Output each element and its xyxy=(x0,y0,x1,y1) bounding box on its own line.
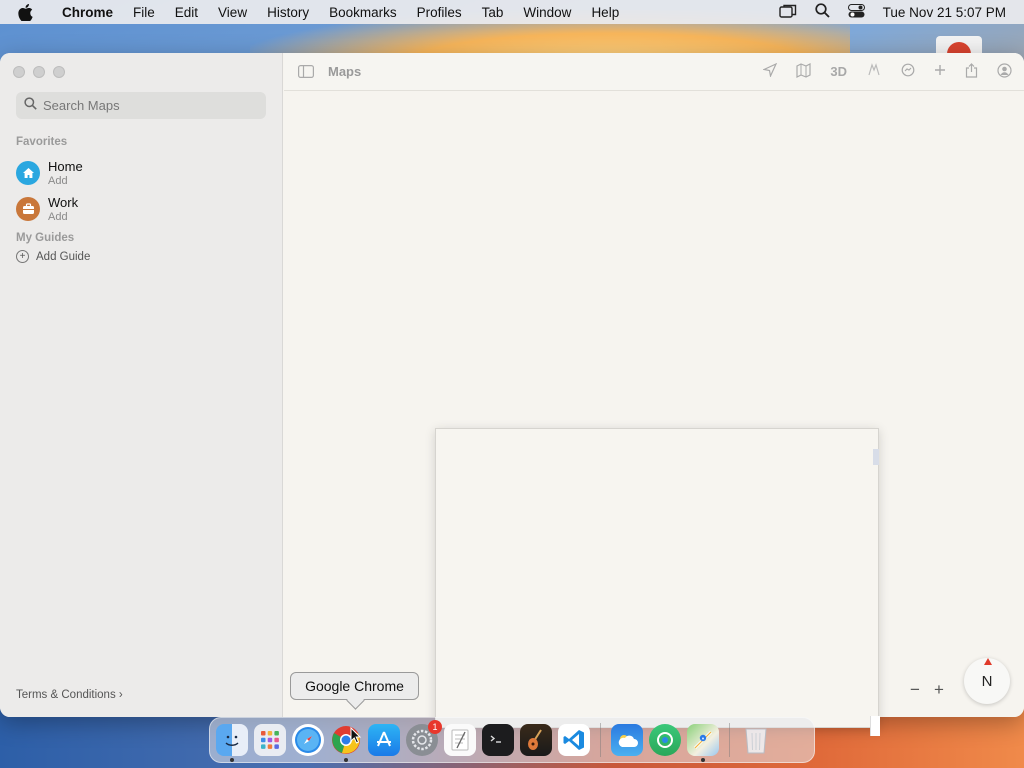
launchpad-icon[interactable] xyxy=(254,724,286,756)
menu-clock[interactable]: Tue Nov 21 5:07 PM xyxy=(883,5,1006,20)
sidebar-toggle-icon[interactable] xyxy=(298,65,314,78)
tracking-icon[interactable] xyxy=(901,63,915,80)
spotlight-search-icon[interactable] xyxy=(815,3,830,21)
account-icon[interactable] xyxy=(997,62,1012,81)
menu-help[interactable]: Help xyxy=(581,5,629,20)
notification-badge: 1 xyxy=(428,720,442,734)
finder-icon[interactable] xyxy=(216,724,248,762)
toolbar: Maps 3D xyxy=(284,53,1024,91)
weather-icon[interactable] xyxy=(611,724,643,756)
menu-file[interactable]: File xyxy=(123,5,165,20)
terms-link[interactable]: Terms & Conditions › xyxy=(16,689,123,701)
menu-bookmarks[interactable]: Bookmarks xyxy=(319,5,407,20)
favorite-work[interactable]: Work Add xyxy=(16,195,78,223)
menu-profiles[interactable]: Profiles xyxy=(407,5,472,20)
terms-label: Terms & Conditions xyxy=(16,689,116,701)
zoom-controls: − + xyxy=(906,680,948,700)
window-controls xyxy=(13,66,65,78)
dock-separator xyxy=(600,723,601,757)
mouse-pointer-icon xyxy=(350,726,362,749)
maps-running-dot xyxy=(701,758,705,762)
favorite-work-sub: Add xyxy=(48,211,68,223)
panel-tail xyxy=(870,716,880,736)
maps-icon[interactable] xyxy=(687,724,719,762)
favorite-work-name: Work xyxy=(48,195,79,210)
chrome-running-dot xyxy=(344,758,348,762)
control-center-icon[interactable] xyxy=(847,3,865,21)
compass-label: N xyxy=(981,672,993,690)
briefcase-icon xyxy=(16,197,40,221)
search-icon xyxy=(24,96,37,115)
share-icon[interactable] xyxy=(965,62,978,81)
menu-bar: Chrome File Edit View History Bookmarks … xyxy=(0,0,1024,24)
three-d-button[interactable]: 3D xyxy=(830,64,847,79)
zoom-button[interactable] xyxy=(53,66,65,78)
compass-needle-icon xyxy=(984,658,992,665)
add-guide-button[interactable]: + Add Guide xyxy=(16,250,90,263)
add-icon[interactable] xyxy=(934,64,946,79)
menu-edit[interactable]: Edit xyxy=(165,5,208,20)
minimize-button[interactable] xyxy=(33,66,45,78)
zoom-in-button[interactable]: + xyxy=(930,680,948,700)
menu-tab[interactable]: Tab xyxy=(472,5,514,20)
chevron-right-icon: › xyxy=(118,689,123,701)
safari-icon[interactable] xyxy=(292,724,324,756)
panel-edge-tab xyxy=(873,449,879,465)
window-title: Maps xyxy=(328,64,362,79)
finder-running-dot xyxy=(230,758,234,762)
system-settings-icon[interactable]: 1 xyxy=(406,720,442,756)
sidebar: Favorites Home Add Work Add My Guides + … xyxy=(0,53,283,717)
trash-icon[interactable] xyxy=(740,724,772,756)
search-input[interactable] xyxy=(43,98,253,113)
look-around-icon[interactable] xyxy=(866,63,882,80)
app-store-icon[interactable] xyxy=(368,724,400,756)
textedit-icon[interactable] xyxy=(444,724,476,756)
dock-tooltip: Google Chrome xyxy=(290,672,419,700)
favorite-home-sub: Add xyxy=(48,175,68,187)
location-icon[interactable] xyxy=(762,62,778,80)
close-button[interactable] xyxy=(13,66,25,78)
screen-mirroring-icon[interactable] xyxy=(778,4,797,21)
my-guides-heading: My Guides xyxy=(16,232,75,244)
toolbar-tools: 3D xyxy=(762,62,1024,81)
menu-view[interactable]: View xyxy=(208,5,257,20)
map-overlay-panel[interactable] xyxy=(435,428,879,728)
find-my-icon[interactable] xyxy=(649,724,681,756)
map-mode-icon[interactable] xyxy=(796,62,811,81)
add-guide-label: Add Guide xyxy=(36,250,91,263)
dock: 1 xyxy=(209,717,815,763)
menu-app-name[interactable]: Chrome xyxy=(52,5,123,20)
home-icon xyxy=(16,161,40,185)
menu-history[interactable]: History xyxy=(257,5,319,20)
zoom-out-button[interactable]: − xyxy=(906,680,924,700)
apple-menu-icon[interactable] xyxy=(18,3,40,21)
garageband-icon[interactable] xyxy=(520,724,552,756)
compass[interactable]: N xyxy=(964,658,1010,704)
dock-separator-2 xyxy=(729,723,730,757)
favorites-heading: Favorites xyxy=(16,136,68,148)
plus-circle-icon: + xyxy=(16,250,29,263)
terminal-icon[interactable] xyxy=(482,724,514,756)
favorite-home-name: Home xyxy=(48,159,83,174)
menu-window[interactable]: Window xyxy=(513,5,581,20)
vscode-icon[interactable] xyxy=(558,724,590,756)
favorite-home[interactable]: Home Add xyxy=(16,159,83,187)
search-field[interactable] xyxy=(16,92,266,119)
